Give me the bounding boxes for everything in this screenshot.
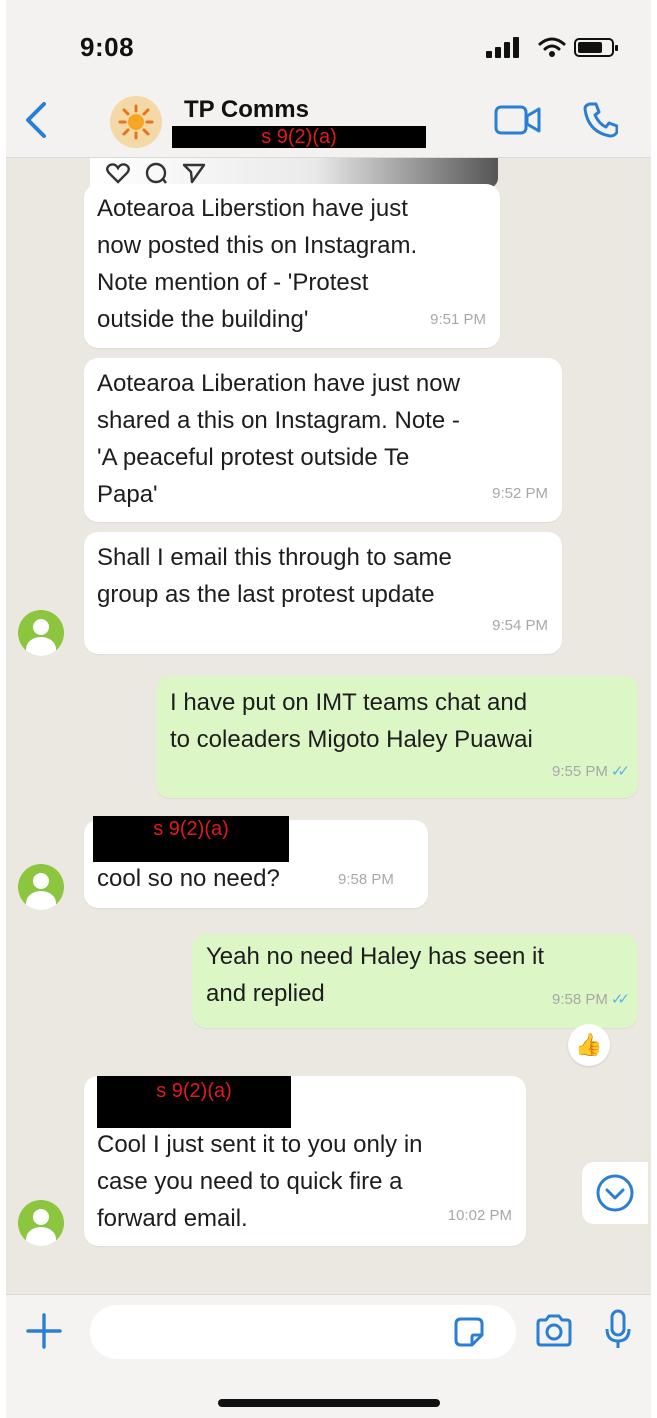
message-bubble[interactable]: Yeah no need Haley has seen it and repli… <box>192 934 638 1028</box>
chat-screen: 9:08 TP Comms s 9(2)(a) Aotearoa Liberst… <box>6 0 651 1418</box>
contact-avatar[interactable] <box>18 610 64 656</box>
scroll-to-bottom-button[interactable] <box>582 1162 648 1224</box>
read-receipt-icon: ✓✓ <box>610 991 630 1008</box>
message-time-text: 9:58 PM <box>551 991 608 1008</box>
contact-avatar[interactable] <box>18 864 64 910</box>
status-icons <box>486 36 626 60</box>
camera-icon[interactable] <box>534 1313 574 1349</box>
message-time: 9:52 PM <box>492 485 548 502</box>
signal-icon <box>486 36 524 58</box>
group-avatar[interactable] <box>110 96 162 148</box>
message-time: 10:02 PM <box>447 1207 512 1224</box>
sticker-icon[interactable] <box>452 1315 486 1349</box>
contact-avatar[interactable] <box>18 1200 64 1246</box>
sender-redaction: s 9(2)(a) <box>93 816 289 862</box>
wifi-icon <box>538 37 566 57</box>
message-bubble[interactable]: s 9(2)(a) Cool I just sent it to you onl… <box>84 1076 526 1246</box>
message-text: Shall I email this through to same group… <box>97 544 452 608</box>
share-icon <box>182 163 206 184</box>
sun-group-icon <box>118 104 154 140</box>
read-receipt-icon: ✓✓ <box>610 763 630 780</box>
message-time: 9:55 PM ✓✓ <box>551 753 630 790</box>
comment-icon <box>145 162 167 184</box>
plus-icon[interactable] <box>24 1311 64 1351</box>
compose-bar <box>6 1294 651 1418</box>
redaction-label: s 9(2)(a) <box>172 126 426 148</box>
sender-redaction: s 9(2)(a) <box>97 1076 291 1128</box>
back-chevron-icon[interactable] <box>18 100 54 140</box>
home-indicator <box>218 1399 440 1407</box>
thumbs-up-reaction[interactable]: 👍 <box>568 1024 610 1066</box>
message-time-text: 9:55 PM <box>551 763 608 780</box>
message-time: 9:58 PM <box>338 871 394 888</box>
message-time: 9:54 PM <box>492 617 548 634</box>
video-call-icon[interactable] <box>494 104 542 136</box>
message-text: I have put on IMT teams chat and to cole… <box>170 689 533 753</box>
phone-call-icon[interactable] <box>582 100 618 138</box>
microphone-icon[interactable] <box>604 1309 632 1351</box>
chevron-down-icon <box>596 1174 634 1212</box>
thumbs-up-icon: 👍 <box>575 1032 603 1057</box>
message-bubble[interactable]: Aotearoa Liberstion have just now posted… <box>84 184 500 348</box>
message-time: 9:58 PM ✓✓ <box>551 981 630 1018</box>
message-time: 9:51 PM <box>430 311 486 328</box>
heart-icon <box>106 163 130 184</box>
chat-header: 9:08 TP Comms s 9(2)(a) <box>6 0 651 158</box>
message-bubble[interactable]: s 9(2)(a) cool so no need? 9:58 PM <box>84 816 428 908</box>
message-bubble[interactable]: Shall I email this through to same group… <box>84 532 562 654</box>
battery-icon <box>574 38 618 57</box>
chat-title[interactable]: TP Comms <box>184 96 309 124</box>
status-time: 9:08 <box>80 32 135 62</box>
message-bubble[interactable]: I have put on IMT teams chat and to cole… <box>156 676 638 798</box>
message-bubble[interactable]: Aotearoa Liberation have just now shared… <box>84 358 562 522</box>
message-text: Aotearoa Liberation have just now shared… <box>97 370 460 508</box>
